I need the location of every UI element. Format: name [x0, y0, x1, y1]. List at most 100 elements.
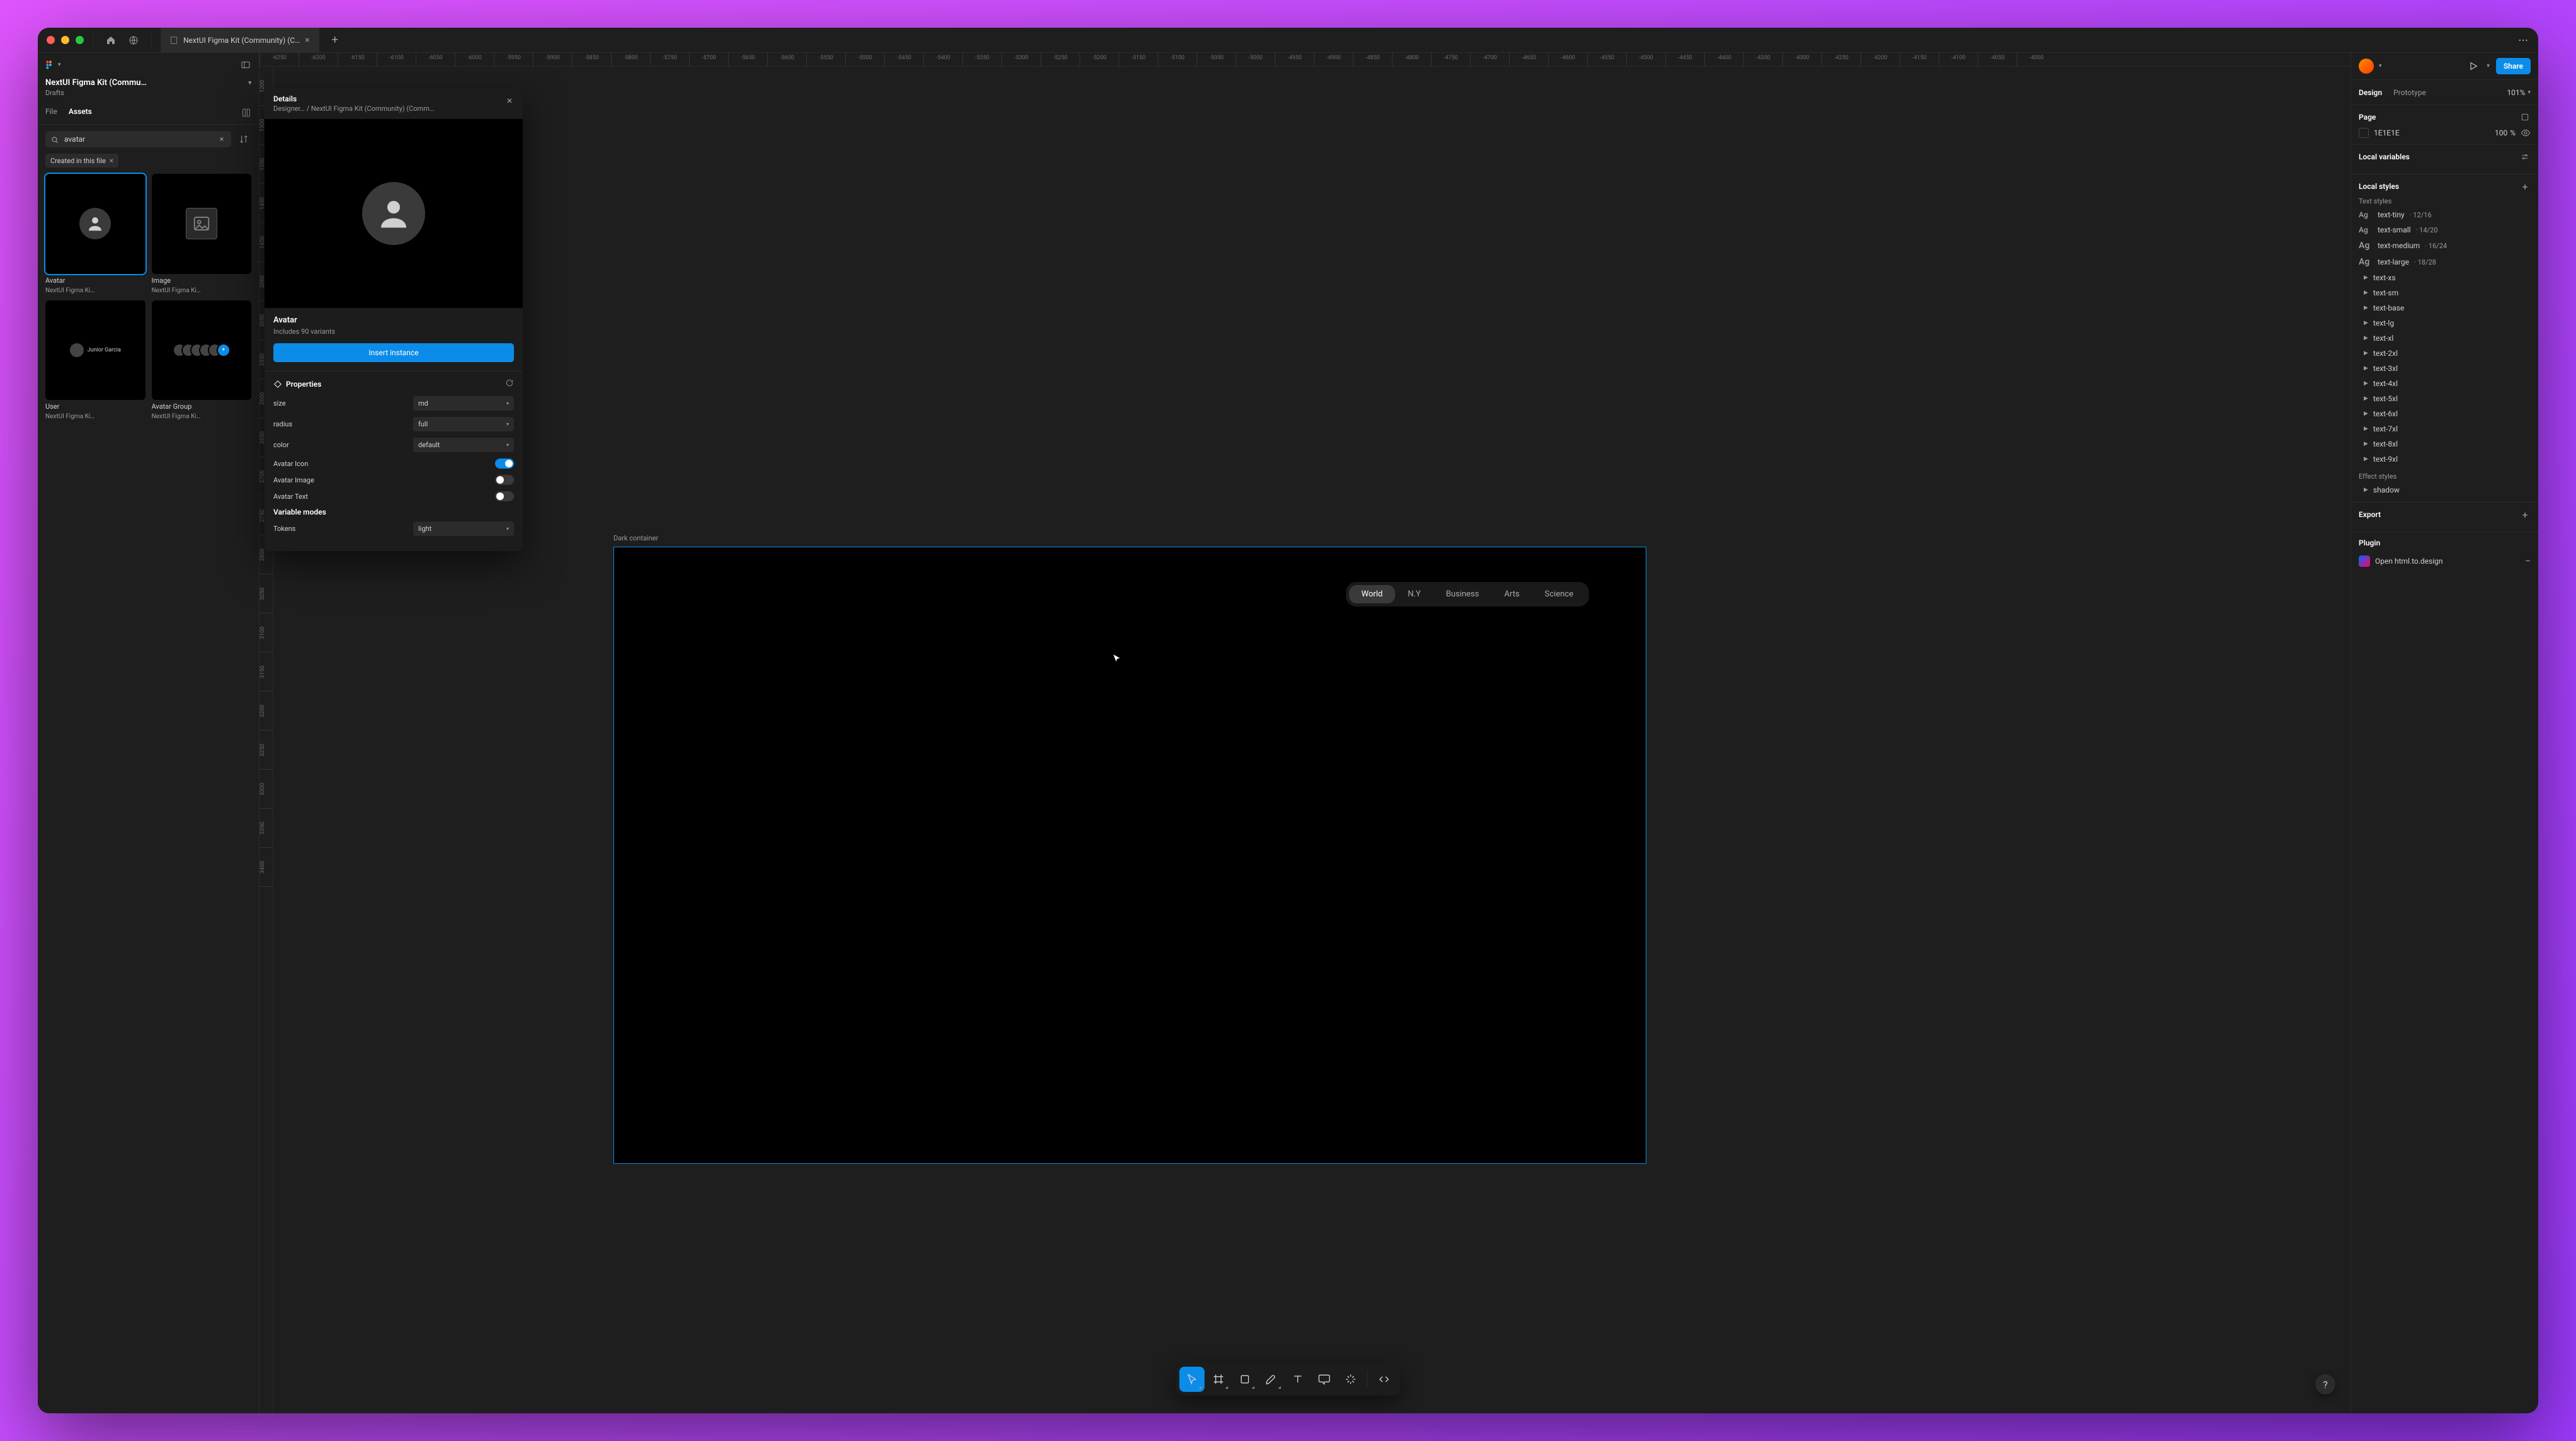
file-title-row[interactable]: NextUI Figma Kit (Commu… ▾ [38, 73, 259, 89]
remove-plugin-icon[interactable]: − [2525, 555, 2531, 567]
prop-label: radius [273, 420, 292, 428]
style-meta: · 14/20 [2416, 226, 2438, 234]
text-style-row[interactable]: Agtext-medium · 16/24 [2359, 239, 2531, 252]
minimize-window[interactable] [61, 36, 69, 44]
help-button[interactable]: ? [2315, 1374, 2335, 1394]
style-group-row[interactable]: ▶text-lg [2359, 317, 2531, 329]
insert-instance-button[interactable]: Insert instance [273, 343, 514, 362]
style-group-row[interactable]: ▶text-xs [2359, 272, 2531, 283]
bg-hex[interactable]: 1E1E1E [2374, 128, 2495, 137]
style-group-row[interactable]: ▶text-8xl [2359, 438, 2531, 450]
tool-comment[interactable] [1312, 1367, 1337, 1392]
prop-select-color[interactable]: default ▾ [413, 438, 514, 452]
asset-sub: NextUI Figma Ki… [45, 413, 145, 420]
settings-icon[interactable] [2519, 151, 2531, 162]
remove-chip-icon[interactable]: × [110, 156, 113, 165]
close-tab-icon[interactable]: × [305, 35, 309, 45]
style-group-row[interactable]: ▶text-3xl [2359, 363, 2531, 374]
document-icon [169, 36, 178, 45]
document-tab[interactable]: NextUI Figma Kit (Community) (C… × [161, 28, 319, 52]
add-icon[interactable]: + [2519, 181, 2531, 192]
ruler-tick: -6250 [259, 53, 299, 66]
bg-opacity[interactable]: 100 [2495, 128, 2507, 137]
ruler-tick: -6150 [338, 53, 377, 66]
tab-ny[interactable]: N.Y [1395, 585, 1433, 603]
canvas[interactable]: Dark container World N.Y Business Arts S… [273, 67, 2351, 1413]
sort-filter-icon[interactable] [236, 132, 251, 147]
file-location[interactable]: Drafts [38, 89, 259, 103]
toggle-avatar-image[interactable] [495, 475, 514, 485]
close-icon[interactable]: × [503, 93, 516, 107]
refresh-icon[interactable] [505, 378, 514, 390]
tool-frame[interactable] [1206, 1367, 1231, 1392]
zoom-control[interactable]: 101% ▾ [2507, 88, 2531, 97]
toggle-avatar-text[interactable] [495, 491, 514, 501]
style-group-row[interactable]: ▶shadow [2359, 484, 2531, 496]
page-settings-icon[interactable] [2519, 111, 2531, 123]
plugin-row[interactable]: Open html.to.design − [2359, 552, 2531, 569]
search-row: × [38, 125, 259, 154]
style-group-row[interactable]: ▶text-base [2359, 302, 2531, 314]
asset-avatar-group[interactable]: + Avatar Group NextUI Figma Ki… [152, 300, 252, 421]
tab-arts[interactable]: Arts [1491, 585, 1532, 603]
collapse-panel-icon[interactable] [239, 58, 253, 72]
style-group-row[interactable]: ▶text-9xl [2359, 453, 2531, 465]
asset-name: Avatar [45, 276, 145, 285]
new-tab-button[interactable]: + [324, 33, 346, 47]
tool-pen[interactable] [1259, 1367, 1284, 1392]
filter-chip[interactable]: Created in this file × [45, 154, 118, 168]
prop-select-size[interactable]: md ▾ [413, 396, 514, 411]
tool-actions[interactable] [1338, 1367, 1364, 1392]
style-group-row[interactable]: ▶text-sm [2359, 287, 2531, 299]
tab-assets[interactable]: Assets [69, 107, 92, 121]
ruler-tick: 3050 [259, 574, 273, 613]
tab-design[interactable]: Design [2359, 88, 2382, 97]
tab-file[interactable]: File [45, 107, 57, 121]
ruler-tick: -5600 [767, 53, 806, 66]
style-group-row[interactable]: ▶text-4xl [2359, 378, 2531, 389]
home-icon[interactable] [102, 31, 120, 49]
style-group-row[interactable]: ▶text-xl [2359, 333, 2531, 344]
group-label: text-3xl [2373, 364, 2398, 373]
close-window[interactable] [47, 36, 55, 44]
tool-shape[interactable] [1233, 1367, 1258, 1392]
library-icon[interactable] [241, 108, 251, 120]
style-group-row[interactable]: ▶text-7xl [2359, 423, 2531, 435]
globe-icon[interactable] [125, 31, 142, 49]
add-icon[interactable]: + [2519, 509, 2531, 520]
style-group-row[interactable]: ▶text-6xl [2359, 408, 2531, 419]
maximize-window[interactable] [76, 36, 84, 44]
style-group-row[interactable]: ▶text-5xl [2359, 393, 2531, 404]
tool-move[interactable] [1180, 1367, 1205, 1392]
asset-image[interactable]: Image NextUI Figma Ki… [152, 174, 252, 294]
toggle-avatar-icon[interactable] [495, 458, 514, 469]
search-box[interactable]: × [45, 131, 231, 147]
prop-select-tokens[interactable]: light ▾ [413, 521, 514, 536]
tool-dev-mode[interactable] [1372, 1367, 1397, 1392]
tab-science[interactable]: Science [1532, 585, 1586, 603]
chevron-down-icon[interactable]: ▾ [2487, 63, 2490, 69]
asset-user[interactable]: Junior Garcia User NextUI Figma Ki… [45, 300, 145, 421]
tool-text[interactable] [1285, 1367, 1311, 1392]
asset-avatar[interactable]: Avatar NextUI Figma Ki… [45, 174, 145, 294]
tab-prototype[interactable]: Prototype [2393, 88, 2426, 97]
text-style-row[interactable]: Agtext-small · 14/20 [2359, 224, 2531, 236]
user-avatar[interactable] [2359, 59, 2374, 74]
present-icon[interactable] [2466, 59, 2480, 73]
share-button[interactable]: Share [2496, 58, 2531, 74]
frame-label[interactable]: Dark container [613, 534, 658, 542]
text-style-row[interactable]: Agtext-tiny · 12/16 [2359, 209, 2531, 220]
frame-dark-container[interactable]: World N.Y Business Arts Science [613, 547, 1646, 1164]
more-menu-icon[interactable] [2514, 31, 2532, 49]
search-input[interactable] [64, 135, 212, 144]
figma-menu[interactable]: ▾ [44, 60, 61, 70]
style-group-row[interactable]: ▶text-2xl [2359, 348, 2531, 359]
clear-search-icon[interactable]: × [217, 135, 226, 144]
prop-value: full [418, 420, 428, 428]
prop-select-radius[interactable]: full ▾ [413, 417, 514, 431]
text-style-row[interactable]: Agtext-large · 18/28 [2359, 256, 2531, 268]
tab-business[interactable]: Business [1433, 585, 1492, 603]
bg-swatch[interactable] [2359, 128, 2369, 138]
tab-world[interactable]: World [1349, 585, 1396, 603]
visibility-icon[interactable] [2521, 128, 2531, 138]
